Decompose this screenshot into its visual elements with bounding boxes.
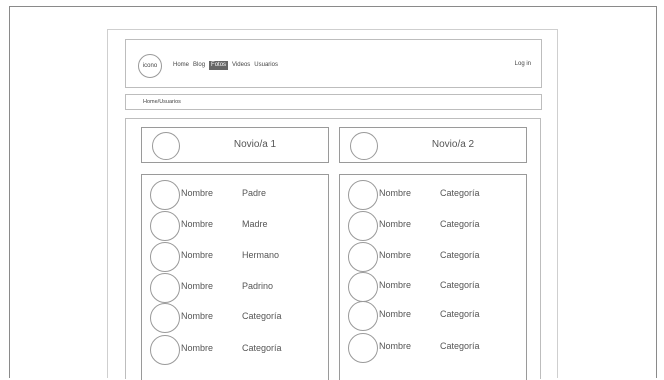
guest-avatar [348,242,378,272]
guest-item[interactable]: Nombre Categoría [348,180,523,210]
guest-role: Categoría [242,311,282,321]
guest-avatar [348,333,378,363]
partner-1-label: Novio/a 1 [233,139,277,150]
guest-item[interactable]: Nombre Categoría [150,335,325,365]
guest-role: Categoría [440,188,480,198]
guest-role: Madre [242,219,268,229]
nav-menu: Home Blog Fotos Videos Usuarios [173,60,282,70]
guest-avatar [348,301,378,331]
guest-item[interactable]: Nombre Categoría [348,301,523,331]
guest-item[interactable]: Nombre Hermano [150,242,325,272]
guest-name: Nombre [181,250,214,260]
partner-2-label: Novio/a 2 [431,139,475,150]
guest-avatar [150,180,180,210]
guest-avatar [348,180,378,210]
page-container: icono Home Blog Fotos Videos Usuarios Lo… [107,29,558,380]
guest-item[interactable]: Nombre Categoría [150,303,325,333]
guest-item[interactable]: Nombre Categoría [348,333,523,363]
guest-name: Nombre [181,188,214,198]
nav-item-blog[interactable]: Blog [193,62,205,68]
nav-item-usuarios[interactable]: Usuarios [254,62,278,68]
guest-item[interactable]: Nombre Categoría [348,211,523,241]
guest-column-2: Nombre Categoría Nombre Categoría Nombre… [339,174,527,380]
guest-role: Padrino [242,281,274,291]
guest-role: Categoría [440,341,480,351]
guest-avatar [150,211,180,241]
guest-role: Categoría [440,219,480,229]
breadcrumb[interactable]: Home/Usuarios [125,94,542,110]
guest-name: Nombre [379,188,412,198]
logo[interactable]: icono [138,54,162,78]
partner-2-avatar [350,132,378,160]
content-area: Novio/a 1 Novio/a 2 Nombre Padre Nombre … [125,118,541,380]
guest-avatar [348,272,378,302]
guest-item[interactable]: Nombre Categoría [348,272,523,302]
partner-2-card[interactable]: Novio/a 2 [339,127,527,163]
guest-role: Categoría [440,280,480,290]
guest-role: Categoría [440,309,480,319]
guest-name: Nombre [379,309,412,319]
nav-item-home[interactable]: Home [173,62,189,68]
guest-role: Hermano [242,250,280,260]
guest-name: Nombre [181,311,214,321]
guest-avatar [150,303,180,333]
guest-avatar [150,242,180,272]
guest-item[interactable]: Nombre Categoría [348,242,523,272]
partner-1-card[interactable]: Novio/a 1 [141,127,329,163]
guest-name: Nombre [379,219,412,229]
guest-avatar [348,211,378,241]
guest-role: Categoría [440,250,480,260]
guest-name: Nombre [181,219,214,229]
guest-avatar [150,273,180,303]
guest-item[interactable]: Nombre Padrino [150,273,325,303]
guest-role: Categoría [242,343,282,353]
login-link[interactable]: Log in [515,61,531,67]
guest-column-1: Nombre Padre Nombre Madre Nombre Hermano… [141,174,329,380]
guest-avatar [150,335,180,365]
guest-role: Padre [242,188,267,198]
guest-item[interactable]: Nombre Madre [150,211,325,241]
guest-name: Nombre [181,281,214,291]
nav-item-videos[interactable]: Videos [232,62,250,68]
guest-item[interactable]: Nombre Padre [150,180,325,210]
guest-name: Nombre [379,280,412,290]
guest-name: Nombre [181,343,214,353]
guest-name: Nombre [379,250,412,260]
nav-item-fotos[interactable]: Fotos [209,60,229,70]
partner-1-avatar [152,132,180,160]
navbar: icono Home Blog Fotos Videos Usuarios Lo… [125,39,542,88]
guest-name: Nombre [379,341,412,351]
